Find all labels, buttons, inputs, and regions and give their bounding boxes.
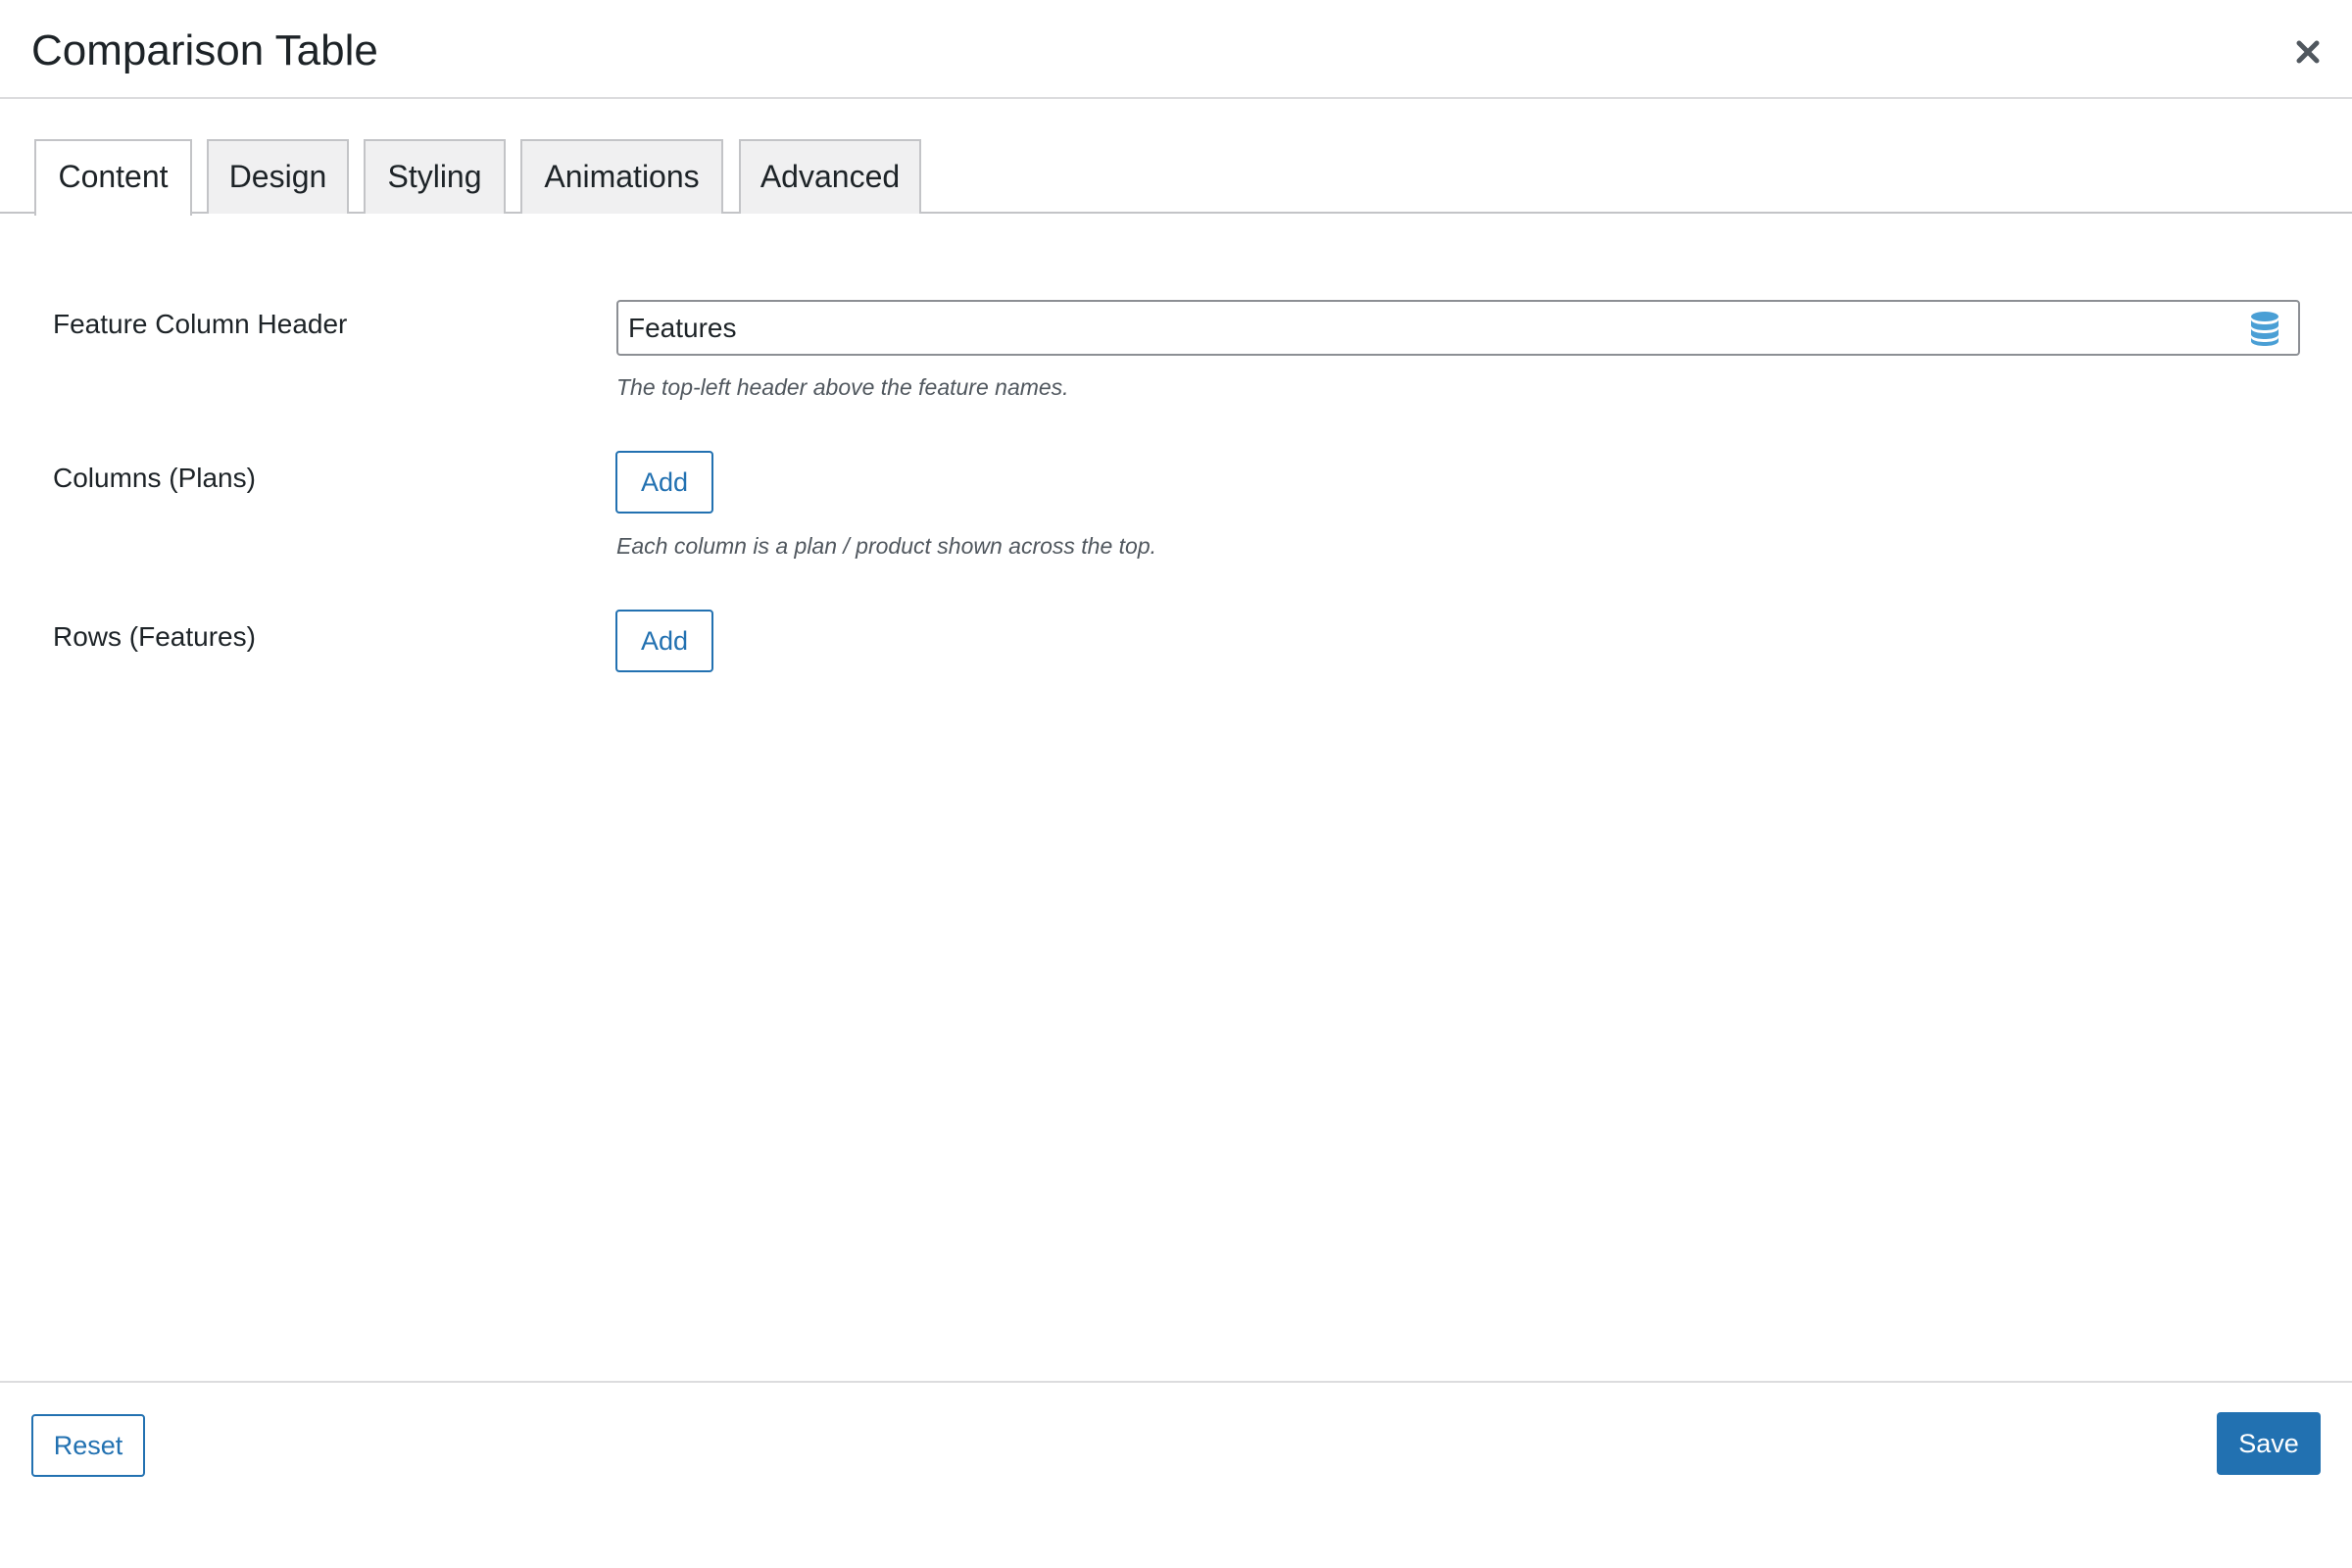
add-row-button[interactable]: Add: [615, 610, 713, 672]
tab-advanced[interactable]: Advanced: [739, 139, 921, 214]
tab-animations[interactable]: Animations: [520, 139, 723, 214]
add-column-button[interactable]: Add: [615, 451, 713, 514]
modal-title: Comparison Table: [31, 26, 378, 74]
comparison-table-modal: Comparison Table Content Design Styling …: [0, 0, 2352, 1568]
close-icon: [2296, 40, 2320, 64]
feature-column-header-field: [616, 300, 2300, 356]
feature-column-header-input[interactable]: [628, 310, 2216, 347]
modal-footer: Reset Save: [0, 1381, 2352, 1568]
tab-content[interactable]: Content: [34, 139, 192, 216]
close-button[interactable]: [2283, 27, 2332, 76]
feature-column-header-description: The top-left header above the feature na…: [616, 374, 1069, 400]
tab-bar: Content Design Styling Animations Advanc…: [0, 99, 2352, 216]
columns-plans-label: Columns (Plans): [53, 463, 256, 493]
feature-column-header-label: Feature Column Header: [53, 309, 348, 339]
modal-header: Comparison Table: [0, 0, 2352, 99]
columns-plans-description: Each column is a plan / product shown ac…: [616, 533, 1157, 559]
reset-button[interactable]: Reset: [31, 1414, 145, 1477]
rows-features-label: Rows (Features): [53, 621, 256, 652]
tab-styling[interactable]: Styling: [364, 139, 506, 214]
tab-design[interactable]: Design: [207, 139, 349, 214]
save-button[interactable]: Save: [2217, 1412, 2321, 1475]
database-icon[interactable]: [2249, 311, 2280, 346]
